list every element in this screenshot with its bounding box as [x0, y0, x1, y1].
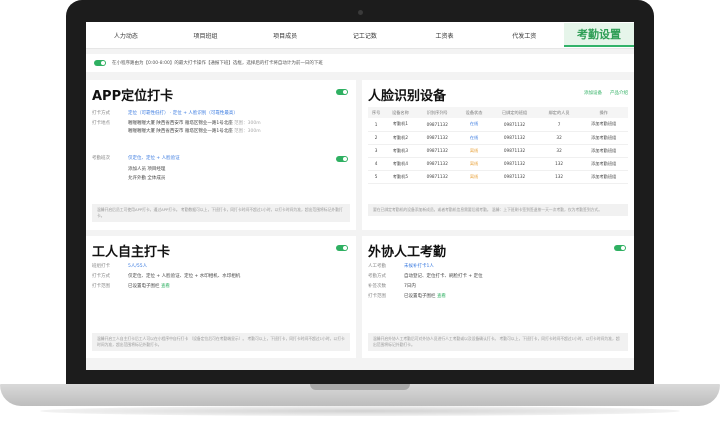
add-group-link[interactable]: 添加考勤班组: [579, 144, 628, 158]
nav-item-records[interactable]: 记工记数: [325, 31, 405, 40]
outsource-row: 考勤方式 自动登记、定位打卡、刷脸打卡 + 定位: [368, 274, 483, 279]
camera-icon: [358, 10, 363, 15]
notice-text: 在小程序路由为【0:00-8:00】的最大打卡操作【通报下班】选框，选择后的打卡…: [112, 61, 323, 66]
app-card-title: APP定位打卡: [92, 89, 174, 104]
app-checkin-card: APP定位打卡 打卡方式 定位（可靠性低打） · 定位 + 人脸识别（可靠性最高）…: [86, 80, 356, 230]
nav-item-attendance-settings[interactable]: 考勤设置: [564, 23, 634, 47]
nav-item-pay[interactable]: 代发工资: [484, 31, 564, 40]
face-card-note: 要在已绑定考勤机的设备添加新成员，或者考勤机信息需要后缀考勤。 温馨：上下班刷卡…: [368, 204, 628, 216]
worker-row: 打卡范围 已设置电子围栏 查看: [92, 284, 170, 289]
app-row: 考勤班次 仅定位、定位 + 人脸验证: [92, 156, 180, 161]
face-card-title: 人脸识别设备: [368, 89, 447, 104]
outsource-row: 人工考勤 未候补打卡1人: [368, 264, 434, 269]
outsource-card-title: 外协人工考勤: [368, 245, 447, 260]
worker-checkin-card: 工人自主打卡 班组打卡 5人/55人 打卡方式 仅定位、定位 + 人脸验证、定位 +…: [86, 236, 356, 358]
worker-row: 班组打卡 5人/55人: [92, 264, 148, 269]
app-row: 打卡地点 喔喔喔喔大厦 陕西省西安市 雁塔区锦业一路1号北座 范围：300m: [92, 121, 261, 126]
outsource-card-toggle[interactable]: [614, 245, 626, 251]
table-row: 4 考勤机4 09871132 离线 09871132 132 添加考勤班组: [368, 157, 628, 171]
app-row: 添加人员 项目经理: [128, 167, 166, 172]
outsource-row: 补签次数 7日内: [368, 284, 416, 289]
notice-toggle[interactable]: [94, 60, 106, 66]
screen: 人力动态 项目班组 项目成员 记工记数 工资表 代发工资 考勤设置 在小程序路由…: [86, 22, 634, 370]
device-table: 序号 设备名称 识别序列号 设备状态 已绑定的班组 绑定的人员 操作 1 考勤机1 09871…: [368, 107, 628, 184]
table-row: 3 考勤机3 09871132 离线 09871132 32 添加考勤班组: [368, 144, 628, 158]
worker-card-note: 温馨开启工人自主打卡后工人可以在小程序中自行打卡 （设备定位后可在考勤端显示）。…: [92, 333, 350, 351]
app-card-note: 温馨开启后员工可使用APP打卡，通过APP打卡。 考勤数据可以上，下班打卡，同打…: [92, 204, 350, 222]
app-row: 允许外勤 全体成员: [128, 176, 166, 181]
app-row: 打卡方式 定位（可靠性低打） · 定位 + 人脸识别（可靠性最高）: [92, 111, 238, 116]
outsource-row: 打卡范围 已设置电子围栏 查看: [368, 294, 446, 299]
add-group-link[interactable]: 添加考勤班组: [579, 157, 628, 171]
laptop-shadow: [40, 406, 680, 416]
table-row: 1 考勤机1 09871132 在线 09871132 7 添加考勤班组: [368, 118, 628, 132]
add-group-link[interactable]: 添加考勤班组: [579, 131, 628, 145]
add-device-button[interactable]: 添加设备: [584, 90, 602, 96]
app-shift-toggle[interactable]: [336, 156, 348, 162]
nav-item-teams[interactable]: 项目班组: [166, 31, 246, 40]
nav-item-payroll[interactable]: 工资表: [405, 31, 485, 40]
worker-card-title: 工人自主打卡: [92, 245, 171, 260]
worker-card-toggle[interactable]: [336, 245, 348, 251]
outsource-card-note: 温馨开启外协人工考勤后可对外协人员进行人工考勤或以及设备确认打卡。 考勤可以上，…: [368, 333, 628, 351]
outsource-attendance-card: 外协人工考勤 人工考勤 未候补打卡1人 考勤方式 自动登记、定位打卡、刷脸打卡 + …: [362, 236, 634, 358]
nav-item-dynamics[interactable]: 人力动态: [86, 31, 166, 40]
face-card-actions: 添加设备 产品介绍: [584, 90, 628, 96]
top-nav: 人力动态 项目班组 项目成员 记工记数 工资表 代发工资 考勤设置: [86, 22, 634, 49]
table-row: 5 考勤机5 09871132 离线 09871132 132 添加考勤班组: [368, 170, 628, 184]
add-group-link[interactable]: 添加考勤班组: [579, 118, 628, 132]
nav-item-members[interactable]: 项目成员: [245, 31, 325, 40]
product-intro-link[interactable]: 产品介绍: [610, 90, 628, 96]
worker-view-fence-link[interactable]: 查看: [161, 284, 170, 289]
add-group-link[interactable]: 添加考勤班组: [579, 170, 628, 184]
app-card-toggle[interactable]: [336, 89, 348, 95]
laptop-notch: [310, 384, 410, 390]
app-row: 喔喔喔喔大厦 陕西省西安市 雁塔区锦业一路1号北座 范围：300m: [128, 129, 261, 134]
worker-row: 打卡方式 仅定位、定位 + 人脸验证、定位 + 水印相机、水印相机: [92, 274, 241, 279]
notice-bar: 在小程序路由为【0:00-8:00】的最大打卡操作【通报下班】选框，选择后的打卡…: [86, 54, 634, 72]
face-device-card: 人脸识别设备 添加设备 产品介绍 序号 设备名称 识别序列号 设备状态 已绑定的班组绑…: [362, 80, 634, 230]
outsource-view-fence-link[interactable]: 查看: [437, 294, 446, 299]
table-row: 2 考勤机2 09871132 在线 09871132 32 添加考勤班组: [368, 131, 628, 145]
